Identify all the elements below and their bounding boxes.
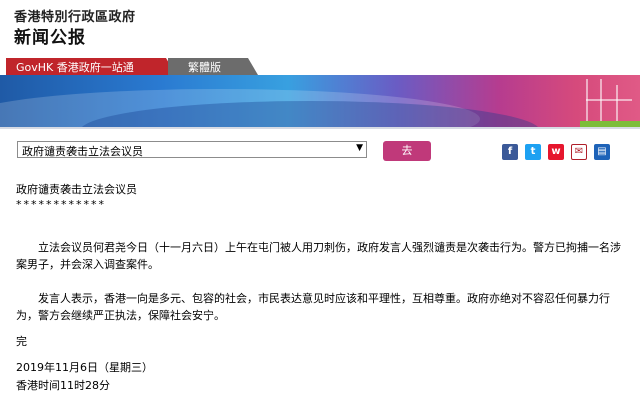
article-end-mark: 完: [16, 335, 27, 348]
article-separator: ************: [16, 198, 106, 211]
article-paragraph-1: 立法会议员何君尧今日（十一月六日）上午在屯门被人用刀刺伤，政府发言人强烈谴责是次…: [16, 241, 621, 271]
select-value: 政府谴责袭击立法会议员: [22, 145, 143, 158]
govhk-tab[interactable]: GovHK 香港政府一站通: [6, 58, 176, 75]
go-button[interactable]: 去: [383, 141, 431, 161]
article-date: 2019年11月6日（星期三）: [16, 361, 153, 374]
traditional-tab-label: 繁體版: [188, 61, 221, 74]
weibo-icon[interactable]: w: [548, 144, 564, 160]
press-release-select[interactable]: 政府谴责袭击立法会议员 ▼: [17, 141, 367, 158]
article-paragraph-2: 发言人表示，香港一向是多元、包容的社会，市民表达意见时应该和平理性，互相尊重。政…: [16, 292, 610, 322]
banner-divider: [0, 127, 640, 129]
page-title: 新闻公报: [14, 28, 86, 48]
email-icon[interactable]: ✉: [571, 144, 587, 160]
traditional-chinese-tab[interactable]: 繁體版: [168, 58, 258, 75]
govhk-tab-label: GovHK 香港政府一站通: [16, 61, 134, 74]
dropdown-arrow-icon: ▼: [356, 143, 363, 153]
header-banner: [0, 75, 640, 127]
print-icon[interactable]: ▤: [594, 144, 610, 160]
top-tab-bar: GovHK 香港政府一站通 繁體版: [0, 58, 640, 75]
banner-decoration: [586, 79, 632, 123]
twitter-icon[interactable]: t: [525, 144, 541, 160]
facebook-icon[interactable]: f: [502, 144, 518, 160]
article-title: 政府谴责袭击立法会议员: [16, 183, 137, 196]
article-time: 香港时间11时28分: [16, 379, 110, 392]
